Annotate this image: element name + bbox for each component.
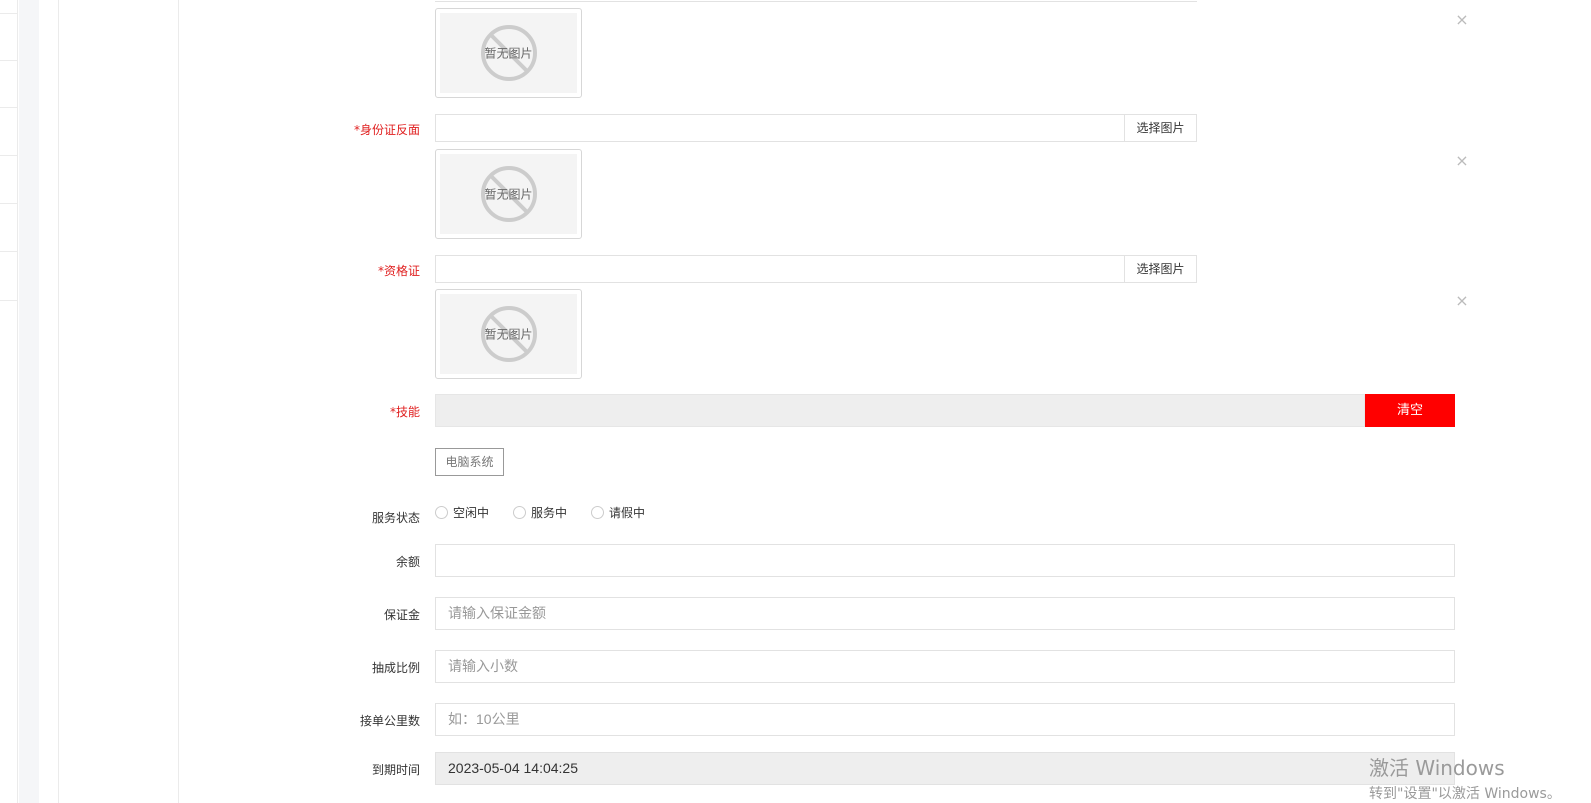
no-image-placeholder: 暂无图片	[440, 294, 577, 374]
service-status-label: 服务状态	[371, 511, 420, 525]
balance-input[interactable]	[435, 544, 1455, 577]
nav-divider	[0, 251, 18, 252]
nav-divider	[0, 13, 18, 14]
skill-tag[interactable]: 电脑系统	[435, 448, 504, 476]
close-icon[interactable]: ×	[1455, 153, 1469, 169]
no-image-text: 暂无图片	[484, 46, 533, 61]
nav-divider	[0, 60, 18, 61]
balance-label: 余额	[395, 555, 420, 569]
radio-circle-icon[interactable]	[435, 505, 448, 519]
radio-idle[interactable]: 空闲中	[435, 504, 489, 521]
windows-activation-watermark: 激活 Windows 转到"设置"以激活 Windows。	[1369, 752, 1561, 803]
distance-label: 接单公里数	[359, 714, 420, 728]
radio-on-leave[interactable]: 请假中	[591, 504, 645, 521]
panel-border	[178, 0, 179, 803]
commission-label: 抽成比例	[371, 661, 420, 675]
nav-divider	[0, 155, 18, 156]
deposit-input[interactable]: 请输入保证金额	[435, 597, 1455, 630]
left-nav-strip	[0, 0, 18, 803]
panel-border	[58, 0, 59, 803]
deposit-label: 保证金	[383, 608, 420, 622]
skills-label: *技能	[389, 405, 420, 419]
no-image-placeholder: 暂无图片	[440, 154, 577, 234]
qualification-label: *资格证	[377, 264, 420, 278]
no-image-placeholder: 暂无图片	[440, 13, 577, 93]
no-image-text: 暂无图片	[484, 327, 533, 342]
nav-divider	[0, 300, 18, 301]
radio-circle-icon[interactable]	[513, 505, 527, 519]
skills-select-input[interactable]	[435, 394, 1365, 427]
close-icon[interactable]: ×	[1455, 293, 1469, 309]
commission-input[interactable]: 请输入小数	[435, 650, 1455, 683]
clear-skills-button[interactable]: 清空	[1365, 394, 1455, 427]
radio-in-service[interactable]: 服务中	[513, 504, 567, 521]
watermark-title: 激活 Windows	[1369, 756, 1505, 780]
nav-divider	[0, 107, 18, 108]
expiry-datetime-input[interactable]: 2023-05-04 14:04:25	[435, 752, 1455, 785]
image-preview-id-front[interactable]: 暂无图片	[435, 8, 582, 98]
nav-divider	[0, 203, 18, 204]
expiry-label: 到期时间	[371, 763, 420, 777]
close-icon[interactable]: ×	[1455, 12, 1469, 28]
no-image-text: 暂无图片	[484, 187, 533, 202]
qualification-choose-button[interactable]: 选择图片	[1124, 255, 1197, 283]
previous-field-input[interactable]	[435, 0, 1197, 2]
id-back-label: *身份证反面	[353, 123, 420, 137]
layout-gutter	[19, 0, 39, 803]
radio-circle-icon[interactable]	[591, 505, 605, 519]
distance-input[interactable]: 如：10公里	[435, 703, 1455, 736]
image-preview-id-back[interactable]: 暂无图片	[435, 149, 582, 239]
service-status-radio-group: 空闲中 服务中 请假中	[435, 503, 669, 521]
id-back-input[interactable]	[435, 114, 1125, 142]
id-back-choose-button[interactable]: 选择图片	[1124, 114, 1197, 142]
image-preview-qualification[interactable]: 暂无图片	[435, 289, 582, 379]
watermark-subtitle: 转到"设置"以激活 Windows。	[1369, 786, 1561, 802]
qualification-input[interactable]	[435, 255, 1125, 283]
